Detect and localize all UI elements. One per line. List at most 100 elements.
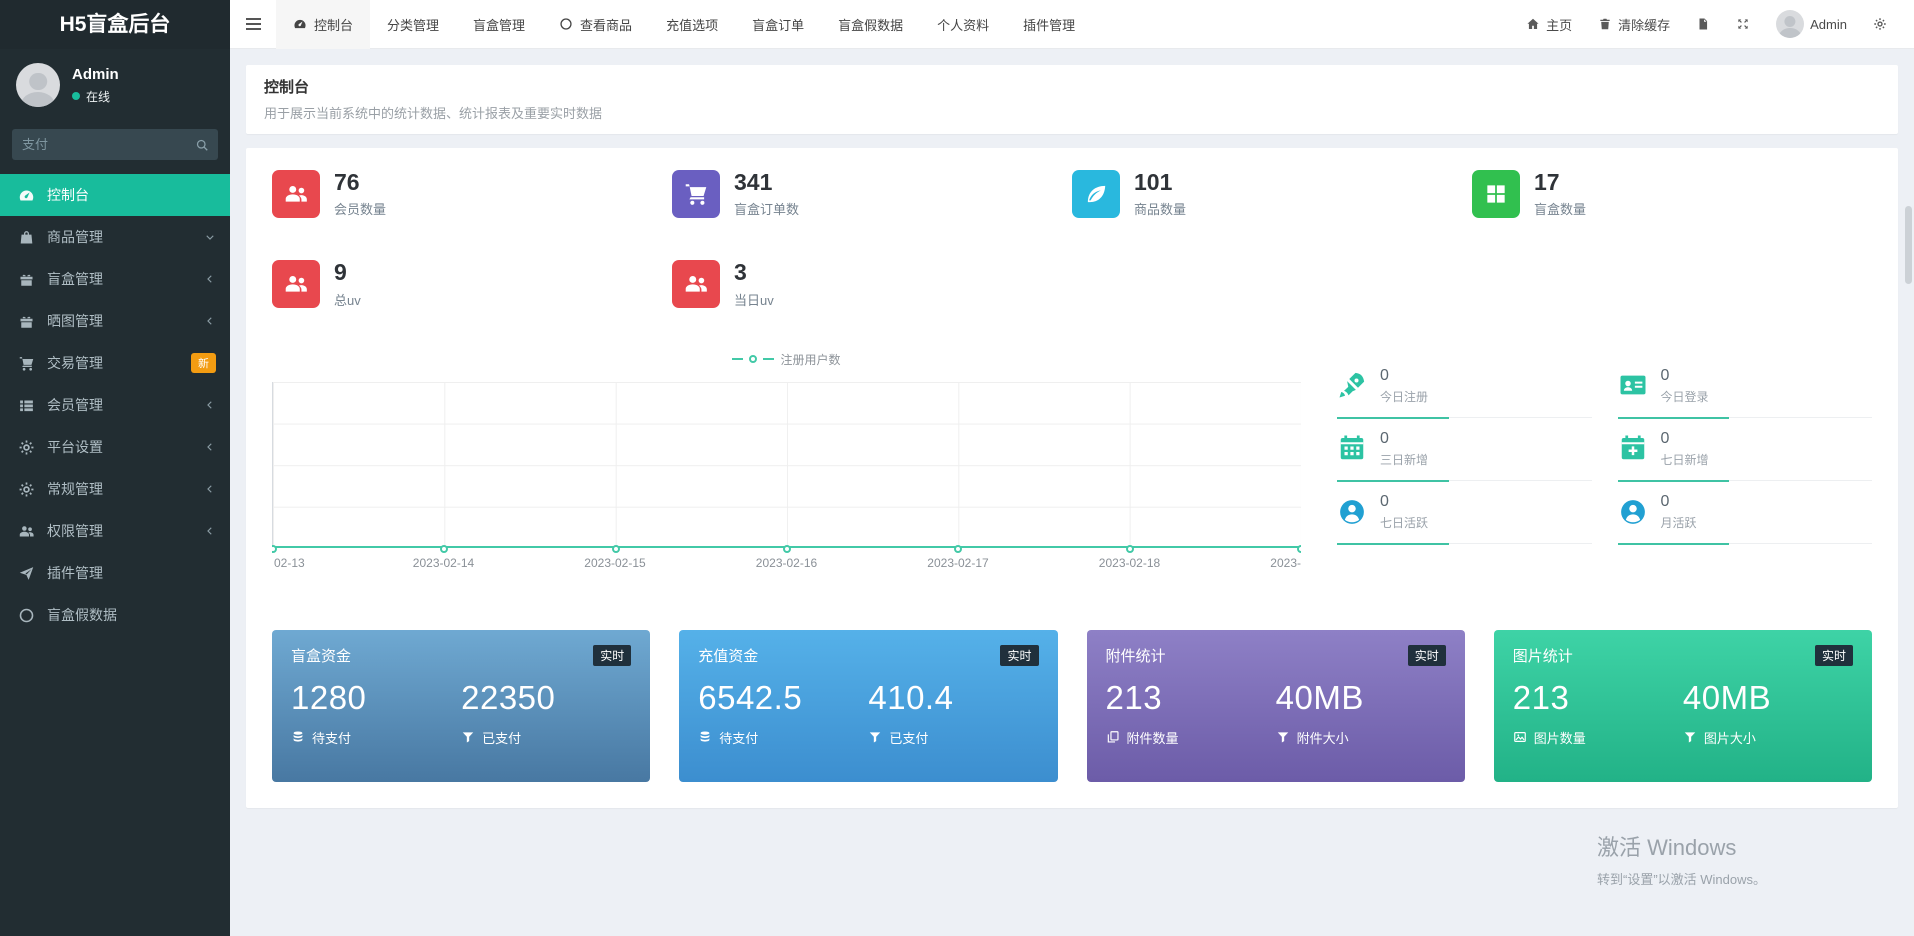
realtime-badge: 实时 — [1408, 645, 1446, 666]
list-icon — [18, 397, 35, 414]
sidebar-item-dashboard[interactable]: 控制台 — [0, 174, 230, 216]
realtime-badge: 实时 — [593, 645, 631, 666]
sidebar-item-label: 商品管理 — [47, 227, 192, 247]
clear-cache-button[interactable]: 清除缓存 — [1585, 0, 1683, 49]
sidebar-item-label: 平台设置 — [47, 437, 192, 457]
tab-fake-data[interactable]: 盲盒假数据 — [821, 0, 920, 49]
hamburger-icon[interactable] — [230, 0, 276, 49]
sidebar-item-members[interactable]: 会员管理 — [0, 384, 230, 426]
chart-section: 注册用户数 02-132023-02-142023-02-152023-02-1… — [272, 351, 1872, 586]
mini-label: 七日活跃 — [1380, 514, 1428, 531]
tab-label: 查看商品 — [580, 15, 632, 34]
settings-button[interactable] — [1860, 0, 1900, 49]
sidebar-item-trade[interactable]: 交易管理 新 — [0, 342, 230, 384]
card-value-label: 图片数量 — [1534, 728, 1586, 747]
mini-value: 0 — [1380, 366, 1428, 385]
sidebar-item-photos[interactable]: 晒图管理 — [0, 300, 230, 342]
home-button[interactable]: 主页 — [1513, 0, 1585, 49]
trash-icon — [1598, 17, 1612, 31]
topbar-right: 主页 清除缓存 Admin — [1513, 0, 1914, 49]
document-button[interactable] — [1683, 0, 1723, 49]
sidebar-item-products[interactable]: 商品管理 — [0, 216, 230, 258]
rocket-icon — [1337, 370, 1367, 400]
gear-icon — [1873, 17, 1887, 31]
gear-icon — [18, 481, 35, 498]
user-name: Admin — [72, 66, 119, 83]
topbar: 控制台 分类管理 盲盒管理 查看商品 充值选项 盲盒订单 盲盒假数据 个人资料 … — [230, 0, 1914, 49]
coins-icon — [698, 730, 712, 744]
image-icon — [1513, 730, 1527, 744]
avatar — [1776, 10, 1804, 38]
watermark-line1: 激活 Windows — [1597, 830, 1766, 862]
funnel-icon — [868, 730, 882, 744]
mini-value: 0 — [1661, 366, 1709, 385]
card-value: 213 — [1513, 679, 1683, 717]
chevron-left-icon — [204, 525, 216, 537]
user-menu[interactable]: Admin — [1763, 0, 1860, 49]
mini-stat-7day-active: 0 七日活跃 — [1337, 481, 1592, 544]
sidebar-item-general[interactable]: 常规管理 — [0, 468, 230, 510]
tab-dashboard[interactable]: 控制台 — [276, 0, 370, 49]
home-label: 主页 — [1546, 15, 1572, 34]
chart-xlabels: 02-132023-02-142023-02-152023-02-162023-… — [272, 556, 1301, 576]
user-circle-icon — [1337, 497, 1367, 527]
tab-label: 盲盒订单 — [752, 15, 804, 34]
tab-profile[interactable]: 个人资料 — [920, 0, 1006, 49]
sidebar-item-fake-data[interactable]: 盲盒假数据 — [0, 594, 230, 636]
user-circle-icon — [1618, 497, 1648, 527]
cart-icon — [672, 170, 720, 218]
search-icon[interactable] — [192, 135, 212, 155]
sidebar-item-label: 插件管理 — [47, 563, 216, 583]
sidebar-item-platform-settings[interactable]: 平台设置 — [0, 426, 230, 468]
chart-point — [783, 545, 791, 553]
tab-view-products[interactable]: 查看商品 — [542, 0, 649, 49]
scrollbar-thumb[interactable] — [1905, 206, 1912, 284]
users-icon — [18, 523, 35, 540]
stat-label: 商品数量 — [1134, 199, 1186, 218]
fullscreen-button[interactable] — [1723, 0, 1763, 49]
content-area: 控制台 用于展示当前系统中的统计数据、统计报表及重要实时数据 76 会员数量 3… — [230, 49, 1914, 936]
chevron-left-icon — [204, 273, 216, 285]
stat-value: 17 — [1534, 170, 1586, 195]
tab-plugins[interactable]: 插件管理 — [1006, 0, 1092, 49]
chart-x-tick: 02-13 — [274, 556, 305, 570]
funnel-icon — [1683, 730, 1697, 744]
stat-value: 76 — [334, 170, 386, 195]
clear-cache-label: 清除缓存 — [1618, 15, 1670, 34]
sidebar-search-input[interactable] — [12, 129, 218, 160]
watermark-line2: 转到“设置”以激活 Windows。 — [1597, 869, 1766, 888]
user-avatar[interactable] — [16, 63, 60, 107]
funnel-icon — [461, 730, 475, 744]
sidebar-search — [12, 129, 218, 160]
tab-recharge-options[interactable]: 充值选项 — [649, 0, 735, 49]
windows-watermark: 激活 Windows 转到“设置”以激活 Windows。 — [1597, 830, 1766, 888]
tab-blindbox[interactable]: 盲盒管理 — [456, 0, 542, 49]
gauge-icon — [293, 17, 307, 31]
card-value: 40MB — [1683, 679, 1853, 717]
mini-stat-today-register: 0 今日注册 — [1337, 355, 1592, 418]
online-dot-icon — [72, 92, 80, 100]
sidebar-item-permissions[interactable]: 权限管理 — [0, 510, 230, 552]
chevron-left-icon — [204, 315, 216, 327]
expand-icon — [1736, 17, 1750, 31]
legend-line-icon — [732, 358, 743, 360]
bag-icon — [18, 229, 35, 246]
chart-legend[interactable]: 注册用户数 — [272, 351, 1301, 368]
home-icon — [1526, 17, 1540, 31]
tab-categories[interactable]: 分类管理 — [370, 0, 456, 49]
stat-members: 76 会员数量 — [272, 170, 672, 218]
chart-x-tick: 2023-02-15 — [584, 556, 645, 570]
cart-icon — [18, 355, 35, 372]
stat-label: 盲盒订单数 — [734, 199, 799, 218]
card-attachment-stats: 附件统计 实时 213 附件数量 40MB 附件大小 — [1087, 630, 1465, 782]
sidebar-item-blindbox[interactable]: 盲盒管理 — [0, 258, 230, 300]
tab-orders[interactable]: 盲盒订单 — [735, 0, 821, 49]
stat-label: 总uv — [334, 290, 361, 309]
sidebar-item-label: 晒图管理 — [47, 311, 192, 331]
stat-total-uv: 9 总uv — [272, 260, 672, 308]
sidebar-item-plugins[interactable]: 插件管理 — [0, 552, 230, 594]
stat-label: 当日uv — [734, 290, 774, 309]
realtime-badge: 实时 — [1000, 645, 1038, 666]
card-title: 充值资金 — [698, 645, 758, 666]
sidebar-item-label: 权限管理 — [47, 521, 192, 541]
